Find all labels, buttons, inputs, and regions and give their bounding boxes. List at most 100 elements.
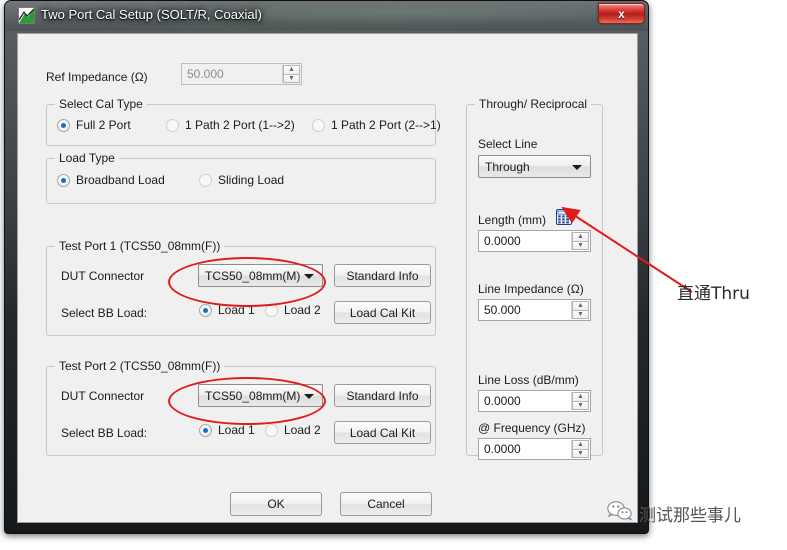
dialog-window: Two Port Cal Setup (SOLT/R, Coaxial) x R… <box>4 0 649 534</box>
through-reciprocal-group: Through/ Reciprocal Select Line Through … <box>466 97 603 460</box>
test-port-2-group: Test Port 2 (TCS50_08mm(F)) DUT Connecto… <box>46 359 436 456</box>
button-label: Standard Info <box>346 388 419 403</box>
stepper-up-icon[interactable]: ▲ <box>572 440 589 450</box>
radio-label: Sliding Load <box>218 173 285 187</box>
radio-label: 1 Path 2 Port (2-->1) <box>331 118 441 132</box>
test-port-1-radio-load-1[interactable]: Load 1 <box>199 303 255 317</box>
button-label: OK <box>267 497 285 511</box>
combo-value: TCS50_08mm(M) <box>205 268 301 283</box>
wechat-icon <box>607 500 633 527</box>
line-loss-stepper[interactable]: ▲ ▼ <box>571 392 589 410</box>
select-line-label: Select Line <box>478 137 538 151</box>
test-port-2-legend: Test Port 2 (TCS50_08mm(F)) <box>55 359 225 373</box>
radio-label: Full 2 Port <box>76 118 131 132</box>
radio-label: 1 Path 2 Port (1-->2) <box>185 118 295 132</box>
radio-dot-icon <box>312 118 325 132</box>
radio-dot-icon <box>199 423 212 437</box>
stepper-down-icon[interactable]: ▼ <box>572 449 589 458</box>
test-port-2-radio-load-2[interactable]: Load 2 <box>265 423 321 437</box>
test-port-2-bb-load-label: Select BB Load: <box>61 426 148 440</box>
radio-dot-icon <box>166 118 179 132</box>
combo-value: TCS50_08mm(M) <box>205 388 301 403</box>
chevron-down-icon <box>304 393 314 399</box>
test-port-2-dut-connector-combo[interactable]: TCS50_08mm(M) <box>198 384 323 407</box>
length-value: 0.0000 <box>484 234 521 248</box>
test-port-1-load-cal-kit-button[interactable]: Load Cal Kit <box>334 301 431 324</box>
radio-broadband-load[interactable]: Broadband Load <box>57 173 165 187</box>
calculator-icon[interactable] <box>556 209 572 225</box>
radio-1-path-2-port-1-2[interactable]: 1 Path 2 Port (1-->2) <box>166 118 295 132</box>
line-impedance-input[interactable]: 50.000 ▲ ▼ <box>478 299 591 321</box>
length-stepper[interactable]: ▲ ▼ <box>571 232 589 250</box>
stepper-up-icon[interactable]: ▲ <box>572 392 589 402</box>
radio-full-2-port[interactable]: Full 2 Port <box>57 118 131 132</box>
load-type-group: Load Type Broadband Load Sliding Load <box>46 151 436 204</box>
radio-sliding-load[interactable]: Sliding Load <box>199 173 284 187</box>
frequency-label: @ Frequency (GHz) <box>478 421 586 435</box>
test-port-1-standard-info-button[interactable]: Standard Info <box>334 264 431 287</box>
ref-impedance-label: Ref Impedance (Ω) <box>46 70 148 84</box>
radio-label: Broadband Load <box>76 173 165 187</box>
test-port-1-dut-connector-combo[interactable]: TCS50_08mm(M) <box>198 264 323 287</box>
close-button[interactable]: x <box>598 3 645 24</box>
watermark-text: 测试那些事儿 <box>639 506 741 526</box>
line-loss-value: 0.0000 <box>484 394 521 408</box>
test-port-1-dut-connector-label: DUT Connector <box>61 269 145 283</box>
stepper-up-icon[interactable]: ▲ <box>283 65 300 75</box>
chevron-down-icon <box>304 273 314 279</box>
frequency-stepper[interactable]: ▲ ▼ <box>571 440 589 458</box>
line-loss-label: Line Loss (dB/mm) <box>478 373 579 387</box>
test-port-2-standard-info-button[interactable]: Standard Info <box>334 384 431 407</box>
radio-label: Load 2 <box>284 423 321 437</box>
title-bar: Two Port Cal Setup (SOLT/R, Coaxial) x <box>5 1 648 31</box>
test-port-1-legend: Test Port 1 (TCS50_08mm(F)) <box>55 239 225 253</box>
radio-dot-icon <box>57 173 70 187</box>
select-line-combo[interactable]: Through <box>478 155 591 178</box>
radio-dot-icon <box>57 118 70 132</box>
dialog-client-area: Ref Impedance (Ω) 50.000 ▲ ▼ Select Cal … <box>17 33 638 523</box>
test-port-1-group: Test Port 1 (TCS50_08mm(F)) DUT Connecto… <box>46 239 436 336</box>
stepper-down-icon[interactable]: ▼ <box>572 310 589 319</box>
cancel-button[interactable]: Cancel <box>340 492 432 516</box>
window-title: Two Port Cal Setup (SOLT/R, Coaxial) <box>41 7 262 22</box>
test-port-1-bb-load-label: Select BB Load: <box>61 306 148 320</box>
test-port-2-radio-load-1[interactable]: Load 1 <box>199 423 255 437</box>
button-label: Cancel <box>367 497 405 511</box>
frequency-input[interactable]: 0.0000 ▲ ▼ <box>478 438 591 460</box>
trace-icon <box>18 7 35 24</box>
radio-1-path-2-port-2-1[interactable]: 1 Path 2 Port (2-->1) <box>312 118 441 132</box>
radio-dot-icon <box>265 303 278 317</box>
test-port-2-load-cal-kit-button[interactable]: Load Cal Kit <box>334 421 431 444</box>
watermark: 测试那些事儿 <box>607 500 741 527</box>
stepper-down-icon[interactable]: ▼ <box>283 74 300 83</box>
frequency-value: 0.0000 <box>484 442 521 456</box>
length-input[interactable]: 0.0000 ▲ ▼ <box>478 230 591 252</box>
radio-label: Load 2 <box>284 303 321 317</box>
through-reciprocal-legend: Through/ Reciprocal <box>475 97 592 111</box>
select-cal-type-legend: Select Cal Type <box>55 97 147 111</box>
line-impedance-value: 50.000 <box>484 303 521 317</box>
chevron-down-icon <box>572 164 582 170</box>
ref-impedance-input[interactable]: 50.000 ▲ ▼ <box>181 63 302 85</box>
button-label: Load Cal Kit <box>349 305 416 320</box>
length-label: Length (mm) <box>478 213 547 227</box>
line-impedance-stepper[interactable]: ▲ ▼ <box>571 301 589 319</box>
test-port-1-radio-load-2[interactable]: Load 2 <box>265 303 321 317</box>
stepper-down-icon[interactable]: ▼ <box>572 401 589 410</box>
ok-button[interactable]: OK <box>230 492 322 516</box>
stepper-up-icon[interactable]: ▲ <box>572 232 589 242</box>
test-port-2-dut-connector-label: DUT Connector <box>61 389 145 403</box>
radio-label: Load 1 <box>218 303 255 317</box>
ref-impedance-stepper[interactable]: ▲ ▼ <box>282 65 300 83</box>
stepper-down-icon[interactable]: ▼ <box>572 241 589 250</box>
line-loss-input[interactable]: 0.0000 ▲ ▼ <box>478 390 591 412</box>
button-label: Standard Info <box>346 268 419 283</box>
button-label: Load Cal Kit <box>349 425 416 440</box>
ref-impedance-value: 50.000 <box>187 67 224 81</box>
radio-dot-icon <box>199 303 212 317</box>
radio-dot-icon <box>199 173 212 187</box>
stepper-up-icon[interactable]: ▲ <box>572 301 589 311</box>
annotation-thru-note: 直通Thru <box>677 284 750 304</box>
select-cal-type-group: Select Cal Type Full 2 Port 1 Path 2 Por… <box>46 97 441 146</box>
radio-dot-icon <box>265 423 278 437</box>
